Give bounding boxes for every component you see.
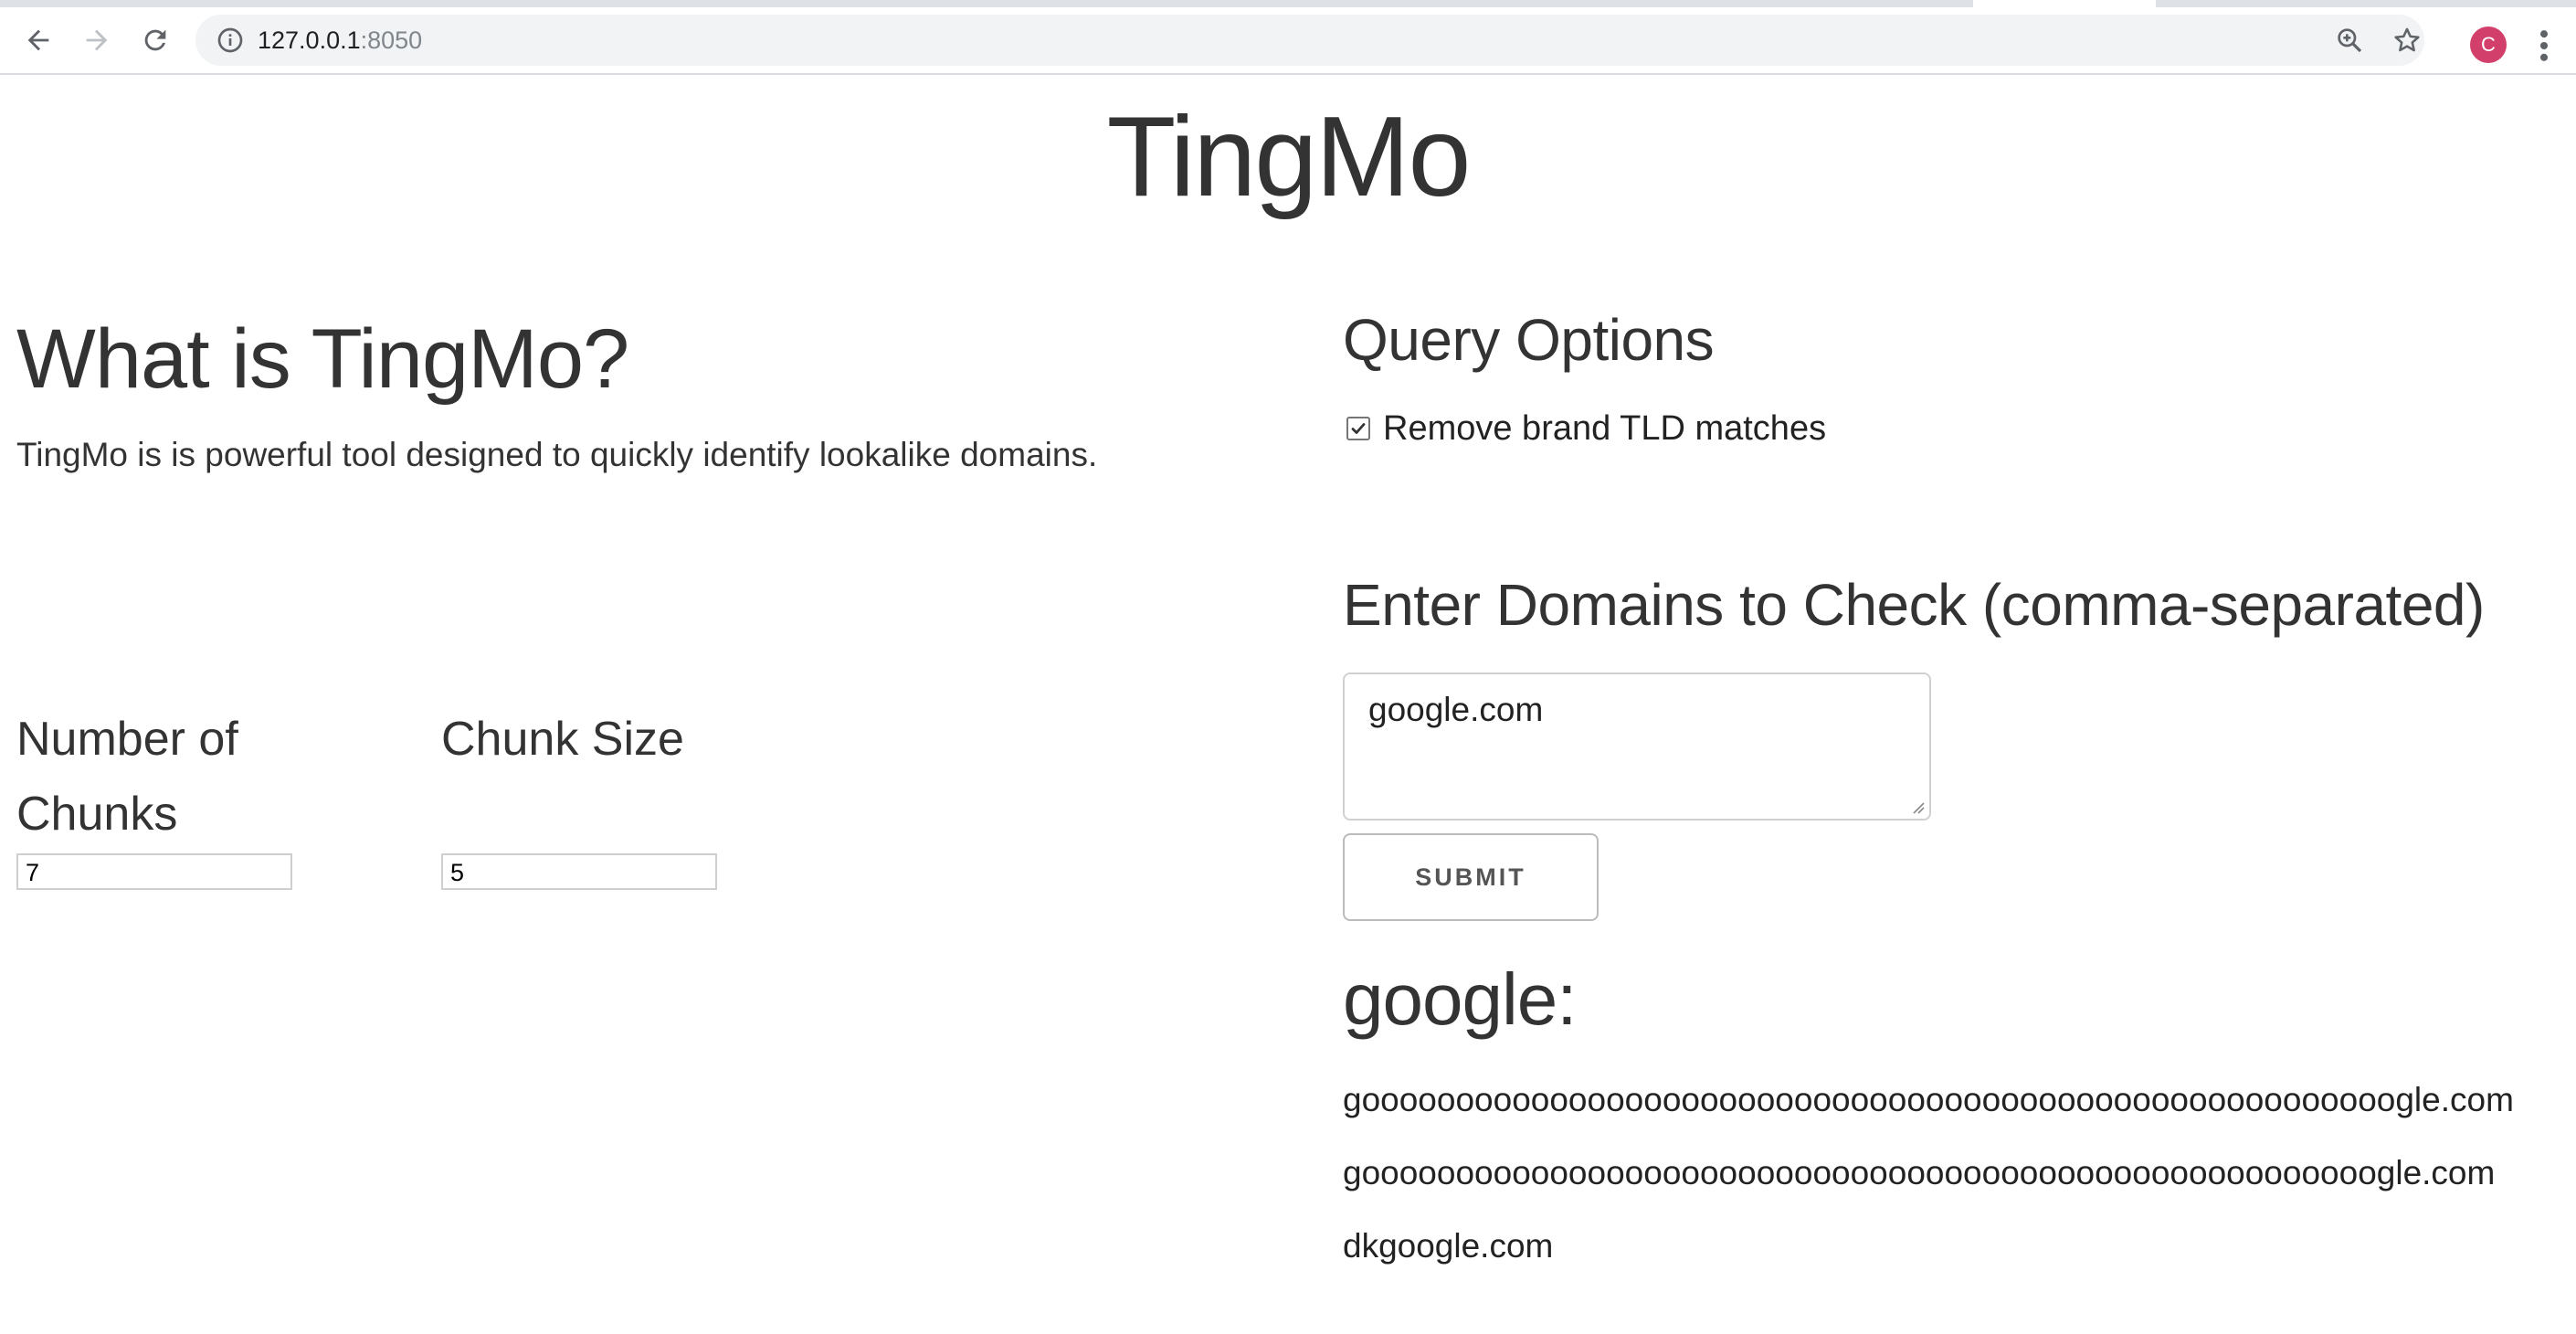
result-item: dkgoogle.com [1343,1227,1554,1265]
reload-icon [144,29,166,51]
submit-button[interactable]: SUBMIT [1343,833,1599,921]
url-host: 127.0.0.1 [258,26,361,54]
tab-strip [0,0,2576,7]
chunks-input[interactable]: 7 [16,853,292,890]
bookmark-star-icon[interactable] [2391,25,2423,56]
remove-tld-option[interactable]: Remove brand TLD matches [1343,406,1826,451]
domains-textarea-value: google.com [1368,691,1544,728]
query-section: Query Options Remove brand TLD matches E… [1343,303,2567,1265]
about-section: What is TingMo? TingMo is is powerful to… [16,309,1295,890]
profile-avatar[interactable]: C [2470,26,2507,63]
domains-heading: Enter Domains to Check (comma-separated) [1343,572,2485,638]
chunk-size-param: Chunk Size 5 [441,702,743,890]
chunk-size-label: Chunk Size [441,713,684,766]
app-title: TingMo [1106,94,1472,220]
reload-button[interactable] [135,20,175,60]
active-tab[interactable] [1973,0,2156,7]
browser-toolbar: 127.0.0.1:8050 C [0,7,2576,75]
about-heading: What is TingMo? [16,312,629,406]
result-heading: google: [1343,958,1577,1040]
url-port: :8050 [360,26,423,54]
resize-grip-icon[interactable] [1909,799,1926,815]
more-menu-icon[interactable] [2530,26,2558,66]
remove-tld-label: Remove brand TLD matches [1383,408,1827,448]
forward-arrow-icon [86,29,108,51]
query-options-heading: Query Options [1343,307,1715,373]
address-bar[interactable]: 127.0.0.1:8050 [195,15,2424,66]
chunks-param: Number of Chunks 7 [16,702,318,890]
results-list: gooooooooooooooooooooooooooooooooooooooo… [1343,1064,2514,1283]
chunks-label: Number of Chunks [16,713,238,841]
checkmark-icon [1351,423,1366,434]
info-icon[interactable] [216,26,245,55]
back-button[interactable] [18,20,58,60]
chunk-size-input[interactable]: 5 [441,853,717,890]
about-description: TingMo is is powerful tool designed to q… [16,436,1098,473]
zoom-in-icon[interactable] [2335,26,2364,55]
page-content: TingMo What is TingMo? TingMo is is powe… [0,75,2576,1334]
remove-tld-checkbox[interactable] [1346,417,1370,440]
result-item: gooooooooooooooooooooooooooooooooooooooo… [1343,1154,2496,1191]
domains-textarea[interactable]: google.com [1343,672,1931,821]
forward-button[interactable] [77,20,117,60]
url-text: 127.0.0.1:8050 [258,27,422,53]
result-item: gooooooooooooooooooooooooooooooooooooooo… [1343,1081,2514,1118]
back-arrow-icon [27,29,49,51]
